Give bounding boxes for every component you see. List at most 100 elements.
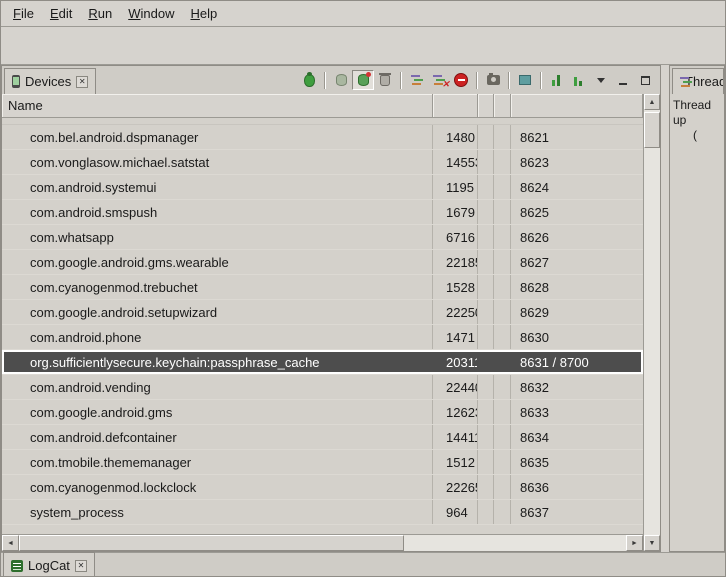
- tab-threads[interactable]: Threads: [672, 68, 724, 94]
- cell-b: [494, 500, 511, 524]
- devices-panel: Devices ✕ Name com.bel.andro: [1, 65, 661, 552]
- table-row[interactable]: com.tmobile.thememanager15128635: [2, 450, 643, 475]
- threads-message: Thread up (: [670, 94, 724, 147]
- cell-name: com.cyanogenmod.trebuchet: [2, 275, 433, 299]
- cell-pid: 1195: [433, 175, 478, 199]
- threads-message-line2: (: [673, 128, 721, 143]
- cell-name: com.tmobile.thememanager: [2, 450, 433, 474]
- cell-b: [494, 200, 511, 224]
- cell-b: [494, 375, 511, 399]
- scroll-down-icon[interactable]: ▼: [644, 535, 660, 551]
- cell-a: [478, 250, 494, 274]
- tab-devices-label: Devices: [25, 74, 71, 89]
- table-row[interactable]: com.cyanogenmod.trebuchet15288628: [2, 275, 643, 300]
- column-header-a[interactable]: [478, 94, 494, 117]
- cell-pid: 14411: [433, 425, 478, 449]
- menu-run[interactable]: Run: [80, 3, 120, 24]
- table-row[interactable]: com.google.android.setupwizard222508629: [2, 300, 643, 325]
- column-header-port[interactable]: [511, 94, 643, 117]
- table-row[interactable]: com.bel.android.dspmanager14808621: [2, 125, 643, 150]
- view-menu-icon[interactable]: [590, 70, 612, 90]
- table-row[interactable]: com.android.vending224408632: [2, 375, 643, 400]
- partial-row: [2, 118, 643, 125]
- cell-b: [494, 150, 511, 174]
- tab-logcat[interactable]: LogCat ✕: [3, 552, 95, 577]
- table-row[interactable]: org.sufficientlysecure.keychain:passphra…: [2, 350, 643, 375]
- table-row[interactable]: com.whatsapp67168626: [2, 225, 643, 250]
- cell-pid: 1679: [433, 200, 478, 224]
- cell-pid: 22440: [433, 375, 478, 399]
- cell-port: 8633: [511, 400, 643, 424]
- threads-message-line1: Thread up: [673, 98, 721, 128]
- cell-a: [478, 275, 494, 299]
- start-method-profiling-icon[interactable]: [546, 70, 568, 90]
- stop-process-icon[interactable]: [450, 70, 472, 90]
- table-row[interactable]: com.android.phone14718630: [2, 325, 643, 350]
- table-row[interactable]: system_process9648637: [2, 500, 643, 525]
- cell-a: [478, 500, 494, 524]
- device-table-body: com.bel.android.dspmanager14808621com.vo…: [2, 118, 643, 534]
- tab-devices[interactable]: Devices ✕: [4, 68, 96, 94]
- horizontal-scroll-track[interactable]: [19, 535, 626, 551]
- table-row[interactable]: com.google.android.gms126238633: [2, 400, 643, 425]
- menu-edit[interactable]: Edit: [42, 3, 80, 24]
- cell-a: [478, 125, 494, 149]
- horizontal-scroll-thumb[interactable]: [19, 535, 404, 551]
- column-header-b[interactable]: [494, 94, 511, 117]
- table-row[interactable]: com.android.systemui11958624: [2, 175, 643, 200]
- cell-b: [494, 475, 511, 499]
- table-header: Name: [2, 94, 643, 118]
- toolbar-separator: [400, 72, 402, 89]
- bottom-tab-strip: LogCat ✕: [1, 552, 725, 577]
- horizontal-scrollbar[interactable]: ◄ ►: [2, 534, 643, 551]
- heap-updates-enabled-icon[interactable]: [352, 70, 374, 90]
- device-table: Name com.bel.android.dspmanager14808621c…: [2, 94, 660, 551]
- cell-b: [494, 275, 511, 299]
- scroll-right-icon[interactable]: ►: [626, 535, 643, 551]
- menu-window[interactable]: Window: [120, 3, 182, 24]
- vertical-scroll-thumb[interactable]: [644, 112, 660, 148]
- maximize-icon[interactable]: [634, 70, 656, 90]
- menu-file[interactable]: File: [5, 3, 42, 24]
- scroll-up-icon[interactable]: ▲: [644, 94, 660, 110]
- column-header-pid[interactable]: [433, 94, 478, 117]
- screen-capture-icon[interactable]: [482, 70, 504, 90]
- update-threads-icon[interactable]: [406, 70, 428, 90]
- vertical-scroll-track[interactable]: [644, 110, 660, 535]
- table-row[interactable]: com.android.smspush1679 8625: [2, 200, 643, 225]
- cell-pid: 1528: [433, 275, 478, 299]
- menu-help[interactable]: Help: [182, 3, 225, 24]
- table-row[interactable]: com.android.defcontainer144118634: [2, 425, 643, 450]
- cell-pid: 20311: [433, 350, 478, 374]
- devices-tabbar: Devices ✕: [2, 66, 660, 94]
- debug-process-icon[interactable]: [298, 70, 320, 90]
- minimize-icon[interactable]: [612, 70, 634, 90]
- table-row[interactable]: com.vonglasow.michael.satstat145538623: [2, 150, 643, 175]
- tab-threads-label: Threads: [685, 74, 724, 89]
- cell-name: com.android.smspush: [2, 200, 433, 224]
- panel-sash[interactable]: [661, 65, 669, 552]
- close-tab-icon[interactable]: ✕: [76, 76, 88, 88]
- cell-a: [478, 300, 494, 324]
- cell-a: [478, 450, 494, 474]
- cell-port: 8625: [511, 200, 643, 224]
- table-row[interactable]: com.google.android.gms.wearable221858627: [2, 250, 643, 275]
- cell-pid: 1512: [433, 450, 478, 474]
- column-header-name[interactable]: Name: [2, 94, 433, 117]
- cell-port: 8630: [511, 325, 643, 349]
- scroll-left-icon[interactable]: ◄: [2, 535, 19, 551]
- cell-port: 8634: [511, 425, 643, 449]
- stop-thread-updates-icon[interactable]: [428, 70, 450, 90]
- cell-name: system_process: [2, 500, 433, 524]
- cell-name: com.vonglasow.michael.satstat: [2, 150, 433, 174]
- cell-a: [478, 225, 494, 249]
- table-row[interactable]: com.cyanogenmod.lockclock222658636: [2, 475, 643, 500]
- screen-record-icon[interactable]: [514, 70, 536, 90]
- vertical-scrollbar[interactable]: ▲ ▼: [643, 94, 660, 551]
- close-logcat-tab-icon[interactable]: ✕: [75, 560, 87, 572]
- cause-gc-icon[interactable]: [374, 70, 396, 90]
- dump-hprof-icon[interactable]: [568, 70, 590, 90]
- toolbar-separator: [540, 72, 542, 89]
- update-heap-icon[interactable]: [330, 70, 352, 90]
- cell-b: [494, 450, 511, 474]
